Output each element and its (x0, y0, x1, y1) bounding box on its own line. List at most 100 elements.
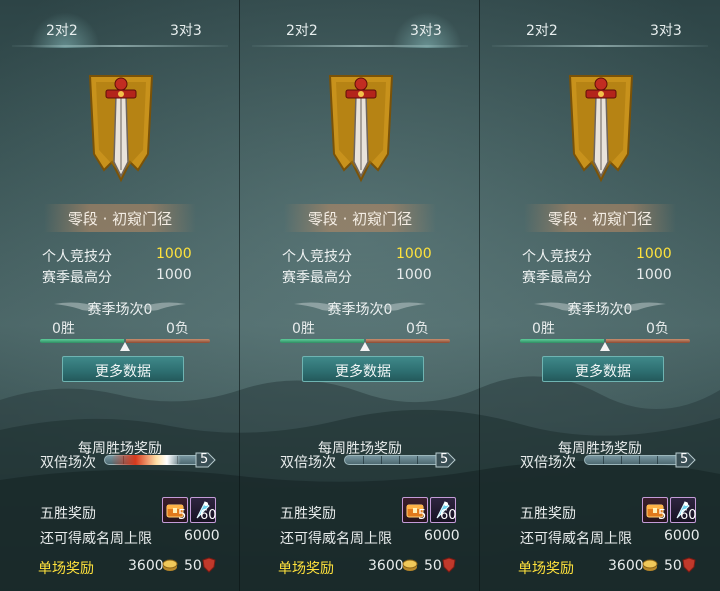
mode-tabs: 2对2 3对3 (252, 12, 468, 48)
cone-item-count: 60 (440, 508, 457, 523)
coin-icon (642, 559, 658, 571)
double-count-arrow: 5 (674, 451, 696, 469)
right-wing-ornament-icon (142, 302, 186, 311)
personal-score-label: 个人竞技分 (282, 249, 352, 265)
weekly-cap-value: 6000 (424, 528, 460, 544)
rank-title: 零段 · 初窥门径 (547, 210, 653, 228)
coin-icon (402, 559, 418, 571)
loss-segment (126, 339, 210, 343)
cone-item-count: 60 (200, 508, 217, 523)
double-count: 5 (200, 452, 209, 467)
arena-panel-1: 2对2 3对3 零段 · 初窥门径 个人竞技分 1000 赛季最高分 1000 … (0, 0, 240, 591)
single-match-reward-label: 单场奖励 (278, 561, 334, 577)
tab-3v3[interactable]: 3对3 (650, 20, 682, 40)
personal-score-value: 1000 (156, 246, 192, 262)
season-best-label: 赛季最高分 (42, 270, 112, 286)
chest-item-count: 5 (178, 508, 187, 523)
chest-item-count: 5 (418, 508, 427, 523)
single-match-reward-label: 单场奖励 (518, 561, 574, 577)
ratio-marker (120, 342, 130, 351)
season-matches-title: 赛季场次0 (327, 302, 393, 318)
season-matches-title: 赛季场次0 (87, 302, 153, 318)
mode-tabs: 2对2 3对3 (12, 12, 228, 48)
rank-banner: 零段 · 初窥门径 (524, 204, 676, 232)
season-best-value: 1000 (396, 267, 432, 283)
arena-panel-2: 2对2 3对3 零段 · 初窥门径 个人竞技分 1000 赛季最高分 1000 … (240, 0, 480, 591)
losses-count: 0负 (166, 321, 189, 337)
rank-banner: 零段 · 初窥门径 (284, 204, 436, 232)
more-data-button[interactable]: 更多数据 (542, 356, 664, 382)
double-count: 5 (680, 452, 689, 467)
weekly-cap-label: 还可得威名周上限 (40, 531, 152, 547)
losses-count: 0负 (646, 321, 669, 337)
losses-count: 0负 (406, 321, 429, 337)
season-best-label: 赛季最高分 (522, 270, 592, 286)
double-matches-label: 双倍场次 (520, 455, 576, 471)
season-best-label: 赛季最高分 (282, 270, 352, 286)
double-matches-label: 双倍场次 (40, 455, 96, 471)
win-segment (520, 339, 604, 343)
tab-2v2[interactable]: 2对2 (46, 20, 78, 40)
sword-banner-emblem-icon (88, 75, 154, 183)
sword-banner-emblem-icon (568, 75, 634, 183)
double-matches-bar (584, 455, 684, 465)
five-win-reward-label: 五胜奖励 (280, 506, 336, 522)
tab-2v2[interactable]: 2对2 (526, 20, 558, 40)
more-data-button[interactable]: 更多数据 (302, 356, 424, 382)
wins-count: 0胜 (52, 321, 75, 337)
wins-count: 0胜 (292, 321, 315, 337)
shield-icon (202, 557, 216, 573)
shield-reward-value: 50 (664, 558, 682, 574)
tab-3v3[interactable]: 3对3 (170, 20, 202, 40)
win-loss-bar (520, 338, 690, 351)
coin-reward-value: 3600 (128, 558, 164, 574)
sword-banner-emblem-icon (328, 75, 394, 183)
season-best-value: 1000 (156, 267, 192, 283)
tab-3v3[interactable]: 3对3 (410, 20, 442, 40)
tab-divider (252, 45, 468, 47)
shield-icon (682, 557, 696, 573)
win-segment (40, 339, 124, 343)
personal-score-value: 1000 (396, 246, 432, 262)
weekly-cap-label: 还可得威名周上限 (280, 531, 392, 547)
more-data-button[interactable]: 更多数据 (62, 356, 184, 382)
shield-reward-value: 50 (184, 558, 202, 574)
right-wing-ornament-icon (382, 302, 426, 311)
ratio-marker (360, 342, 370, 351)
weekly-cap-value: 6000 (184, 528, 220, 544)
double-count: 5 (440, 452, 449, 467)
personal-score-value: 1000 (636, 246, 672, 262)
coin-reward-value: 3600 (608, 558, 644, 574)
tab-divider (12, 45, 228, 47)
double-matches-bar (104, 455, 204, 465)
coin-icon (162, 559, 178, 571)
tab-2v2[interactable]: 2对2 (286, 20, 318, 40)
season-best-value: 1000 (636, 267, 672, 283)
double-progress-fill (111, 455, 181, 465)
chest-item-count: 5 (658, 508, 667, 523)
single-match-reward-label: 单场奖励 (38, 561, 94, 577)
rank-title: 零段 · 初窥门径 (307, 210, 413, 228)
shield-icon (442, 557, 456, 573)
double-matches-label: 双倍场次 (280, 455, 336, 471)
double-count-arrow: 5 (194, 451, 216, 469)
season-matches-title: 赛季场次0 (567, 302, 633, 318)
tab-divider (492, 45, 708, 47)
loss-segment (366, 339, 450, 343)
wins-count: 0胜 (532, 321, 555, 337)
shield-reward-value: 50 (424, 558, 442, 574)
arena-panel-3: 2对2 3对3 零段 · 初窥门径 个人竞技分 1000 赛季最高分 1000 … (480, 0, 720, 591)
win-segment (280, 339, 364, 343)
five-win-reward-label: 五胜奖励 (520, 506, 576, 522)
mode-tabs: 2对2 3对3 (492, 12, 708, 48)
weekly-cap-value: 6000 (664, 528, 700, 544)
double-matches-bar (344, 455, 444, 465)
ratio-marker (600, 342, 610, 351)
double-count-arrow: 5 (434, 451, 456, 469)
rank-title: 零段 · 初窥门径 (67, 210, 173, 228)
win-loss-bar (280, 338, 450, 351)
right-wing-ornament-icon (622, 302, 666, 311)
weekly-cap-label: 还可得威名周上限 (520, 531, 632, 547)
win-loss-bar (40, 338, 210, 351)
personal-score-label: 个人竞技分 (522, 249, 592, 265)
